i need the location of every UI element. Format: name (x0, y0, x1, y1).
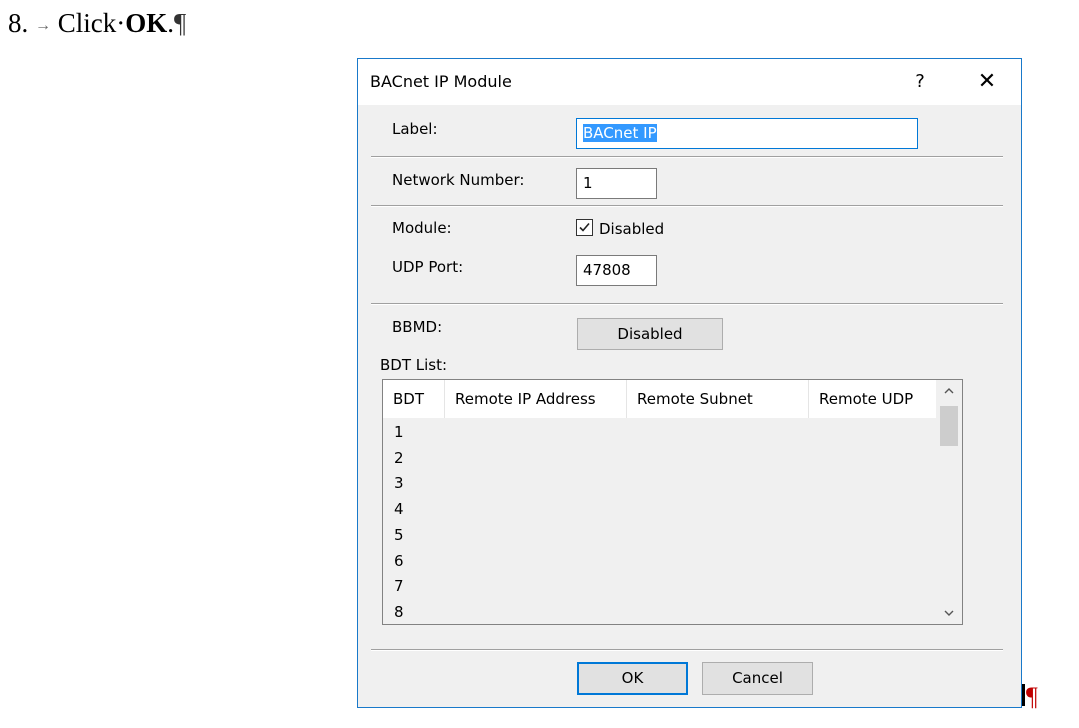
checkmark-icon (579, 222, 590, 232)
dialog-titlebar: BACnet IP Module ? ✕ (358, 59, 1021, 105)
bdt-list-header: BDT Remote IP Address Remote Subnet Remo… (383, 380, 936, 418)
step-number: 8. (8, 8, 29, 38)
module-checkbox-label[interactable]: Disabled (599, 220, 664, 238)
label-caption: Label: (392, 120, 438, 138)
step-click-text: Click· (57, 8, 126, 38)
close-button[interactable]: ✕ (972, 67, 1002, 97)
column-header-remote-udp[interactable]: Remote UDP (809, 380, 936, 418)
separator (371, 303, 1003, 305)
step-period: . (167, 8, 175, 38)
vertical-scrollbar[interactable] (936, 380, 962, 624)
scroll-up-icon[interactable] (936, 380, 962, 402)
module-disabled-checkbox[interactable] (576, 219, 593, 236)
network-number-value: 1 (583, 174, 593, 192)
list-item[interactable]: 7 (394, 577, 404, 595)
list-item[interactable]: 6 (394, 552, 404, 570)
tab-mark: → (35, 16, 51, 34)
ok-button[interactable]: OK (577, 662, 688, 695)
scrollbar-thumb[interactable] (940, 406, 958, 446)
document-step-line: 8. → Click·OK.¶ (8, 6, 186, 43)
column-header-bdt[interactable]: BDT (383, 380, 445, 418)
udp-port-caption: UDP Port: (392, 258, 464, 276)
list-item[interactable]: 5 (394, 526, 404, 544)
label-input-value: BACnet IP (583, 124, 657, 142)
text-cursor (1022, 684, 1025, 706)
list-item[interactable]: 2 (394, 449, 404, 467)
bbmd-caption: BBMD: (392, 318, 443, 336)
bacnet-ip-module-dialog: BACnet IP Module ? ✕ Label: BACnet IP Ne… (357, 58, 1022, 708)
list-item[interactable]: 1 (394, 423, 404, 441)
separator (371, 205, 1003, 207)
bdt-list-caption: BDT List: (380, 356, 448, 374)
list-item[interactable]: 3 (394, 474, 404, 492)
bdt-list[interactable]: BDT Remote IP Address Remote Subnet Remo… (382, 379, 963, 625)
pilcrow-mark: ¶ (174, 8, 187, 38)
udp-port-value: 47808 (583, 261, 631, 279)
column-header-remote-subnet[interactable]: Remote Subnet (627, 380, 809, 418)
scroll-down-icon[interactable] (936, 602, 962, 624)
separator (371, 156, 1003, 158)
udp-port-input[interactable]: 47808 (576, 255, 657, 286)
label-input[interactable]: BACnet IP (576, 118, 918, 149)
dialog-title: BACnet IP Module (370, 72, 512, 91)
list-item[interactable]: 4 (394, 500, 404, 518)
step-ok-text: OK (125, 8, 168, 38)
cancel-button[interactable]: Cancel (702, 662, 813, 695)
list-item[interactable]: 8 (394, 603, 404, 621)
module-caption: Module: (392, 219, 452, 237)
network-number-caption: Network Number: (392, 171, 525, 189)
separator (371, 649, 1003, 651)
help-button[interactable]: ? (906, 67, 934, 97)
column-header-remote-ip[interactable]: Remote IP Address (445, 380, 627, 418)
bbmd-button[interactable]: Disabled (577, 318, 723, 350)
network-number-input[interactable]: 1 (576, 168, 657, 199)
end-pilcrow-mark: ¶ (1026, 682, 1038, 711)
